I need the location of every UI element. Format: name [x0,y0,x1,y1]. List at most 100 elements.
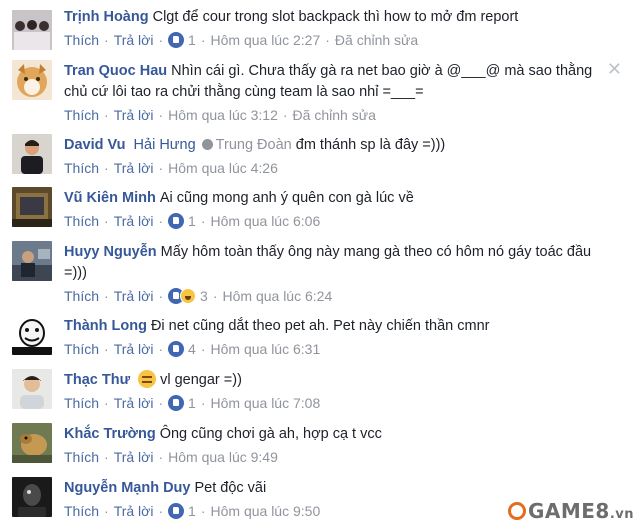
like-icon[interactable] [168,503,185,519]
separator: · [104,449,109,465]
separator: · [158,503,164,519]
like-link[interactable]: Thích [64,213,99,229]
avatar[interactable] [12,134,52,174]
separator: · [104,32,109,48]
reply-link[interactable]: Trả lời [114,288,154,304]
comment-text: đm thánh sp là đây =))) [295,137,446,153]
watermark: GAME8.vn [507,499,634,523]
avatar[interactable] [12,187,52,227]
timestamp[interactable]: Hôm qua lúc 2:27 [211,32,321,48]
comment-actions: Thích · Trả lời · 1 · Hôm qua lúc 7:08 [64,393,320,413]
avatar[interactable] [12,60,52,100]
separator: · [282,107,288,123]
reply-link[interactable]: Trả lời [114,449,154,465]
avatar[interactable] [12,369,52,409]
like-link[interactable]: Thích [64,503,99,519]
timestamp[interactable]: Hôm qua lúc 3:12 [168,107,278,123]
comment-body: Nguyễn Mạnh Duy Pet độc vãi [64,478,612,499]
tagged-user[interactable]: Hải Hưng [134,137,196,153]
separator: · [104,160,109,176]
separator: · [158,160,164,176]
timestamp[interactable]: Hôm qua lúc 6:06 [211,213,321,229]
like-link[interactable]: Thích [64,107,99,123]
comment-text: Ai cũng mong anh ý quên con gà lúc về [159,190,414,206]
reply-link[interactable]: Trả lời [114,503,154,519]
timestamp[interactable]: Hôm qua lúc 6:31 [211,341,321,357]
reply-link[interactable]: Trả lời [114,107,154,123]
like-link[interactable]: Thích [64,449,99,465]
author-name[interactable]: Huyy Nguyễn [64,244,157,260]
reply-link[interactable]: Trả lời [114,160,154,176]
author-name[interactable]: David Vu [64,137,126,153]
reply-link[interactable]: Trả lời [114,395,154,411]
watermark-tld: .vn [609,507,634,522]
separator: · [104,503,109,519]
author-name[interactable]: Tran Quoc Hau [64,63,167,79]
separator: · [200,395,206,411]
edited-label[interactable]: Đã chỉnh sửa [293,107,376,123]
comment-body: Tran Quoc Hau Nhìn cái gì. Chưa thấy gà r… [64,61,612,103]
separator: · [158,341,164,357]
like-link[interactable]: Thích [64,341,99,357]
avatar[interactable] [12,241,52,281]
comment-text: Ông cũng chơi gà ah, hợp cạ t vcc [159,426,382,442]
comment-text: Clgt để cour trong slot backpack thì how… [152,9,519,25]
like-link[interactable]: Thích [64,288,99,304]
timestamp[interactable]: Hôm qua lúc 9:50 [211,503,321,519]
comment-actions: Thích · Trả lời · 3 · Hôm qua lúc 6:24 [64,286,332,306]
like-icon[interactable] [168,32,185,48]
separator: · [104,213,109,229]
avatar[interactable] [12,423,52,463]
like-link[interactable]: Thích [64,32,99,48]
like-count[interactable]: 1 [188,213,196,229]
comment-actions: Thích · Trả lời · Hôm qua lúc 4:26 [64,158,278,178]
like-count[interactable]: 3 [200,288,208,304]
reply-link[interactable]: Trả lời [114,32,154,48]
separator: · [158,449,164,465]
comment-body: Vũ Kiên Minh Ai cũng mong anh ý quên con … [64,188,612,209]
comment-body: David Vu Hải Hưng Trung Đoàn đm thánh sp… [64,135,612,156]
edited-label[interactable]: Đã chỉnh sửa [335,32,418,48]
author-name[interactable]: Trịnh Hoàng [64,9,149,25]
like-icon[interactable] [168,213,185,229]
close-icon[interactable]: ✕ [607,60,622,78]
haha-icon[interactable] [180,288,197,304]
tagged-user[interactable]: Trung Đoàn [216,137,292,153]
separator: · [158,107,164,123]
timestamp[interactable]: Hôm qua lúc 9:49 [168,449,278,465]
like-link[interactable]: Thích [64,395,99,411]
timestamp[interactable]: Hôm qua lúc 4:26 [168,160,278,176]
comment-actions: Thích · Trả lời · 4 · Hôm qua lúc 6:31 [64,339,320,359]
comment-actions: Thích · Trả lời · Hôm qua lúc 9:49 [64,447,278,467]
avatar[interactable] [12,10,52,50]
timestamp[interactable]: Hôm qua lúc 7:08 [211,395,321,411]
like-link[interactable]: Thích [64,160,99,176]
like-icon[interactable] [168,341,185,357]
author-name[interactable]: Khắc Trường [64,426,156,442]
separator: · [104,107,109,123]
separator: · [158,213,164,229]
author-name[interactable]: Thạc Thư [64,372,130,388]
separator: · [200,32,206,48]
reply-link[interactable]: Trả lời [114,213,154,229]
separator: · [158,288,164,304]
author-name[interactable]: Vũ Kiên Minh [64,190,156,206]
reply-link[interactable]: Trả lời [114,341,154,357]
author-name[interactable]: Nguyễn Mạnh Duy [64,480,190,496]
avatar[interactable] [12,315,52,355]
separator: · [158,32,164,48]
comment-actions: Thích · Trả lời · Hôm qua lúc 3:12 · Đã chỉnh … [64,105,376,125]
like-count[interactable]: 4 [188,341,196,357]
like-count[interactable]: 1 [188,503,196,519]
like-count[interactable]: 1 [188,32,196,48]
comment-actions: Thích · Trả lời · 1 · Hôm qua lúc 6:06 [64,211,320,231]
verified-dot-icon [201,139,213,150]
like-icon[interactable] [168,395,185,411]
game8-logo-icon [507,502,526,520]
like-count[interactable]: 1 [188,395,196,411]
separator: · [104,341,109,357]
timestamp[interactable]: Hôm qua lúc 6:24 [223,288,333,304]
comment-body: Huyy Nguyễn Mấy hôm toàn thấy ông này man… [64,242,612,284]
avatar[interactable] [12,477,52,517]
author-name[interactable]: Thành Long [64,318,147,334]
